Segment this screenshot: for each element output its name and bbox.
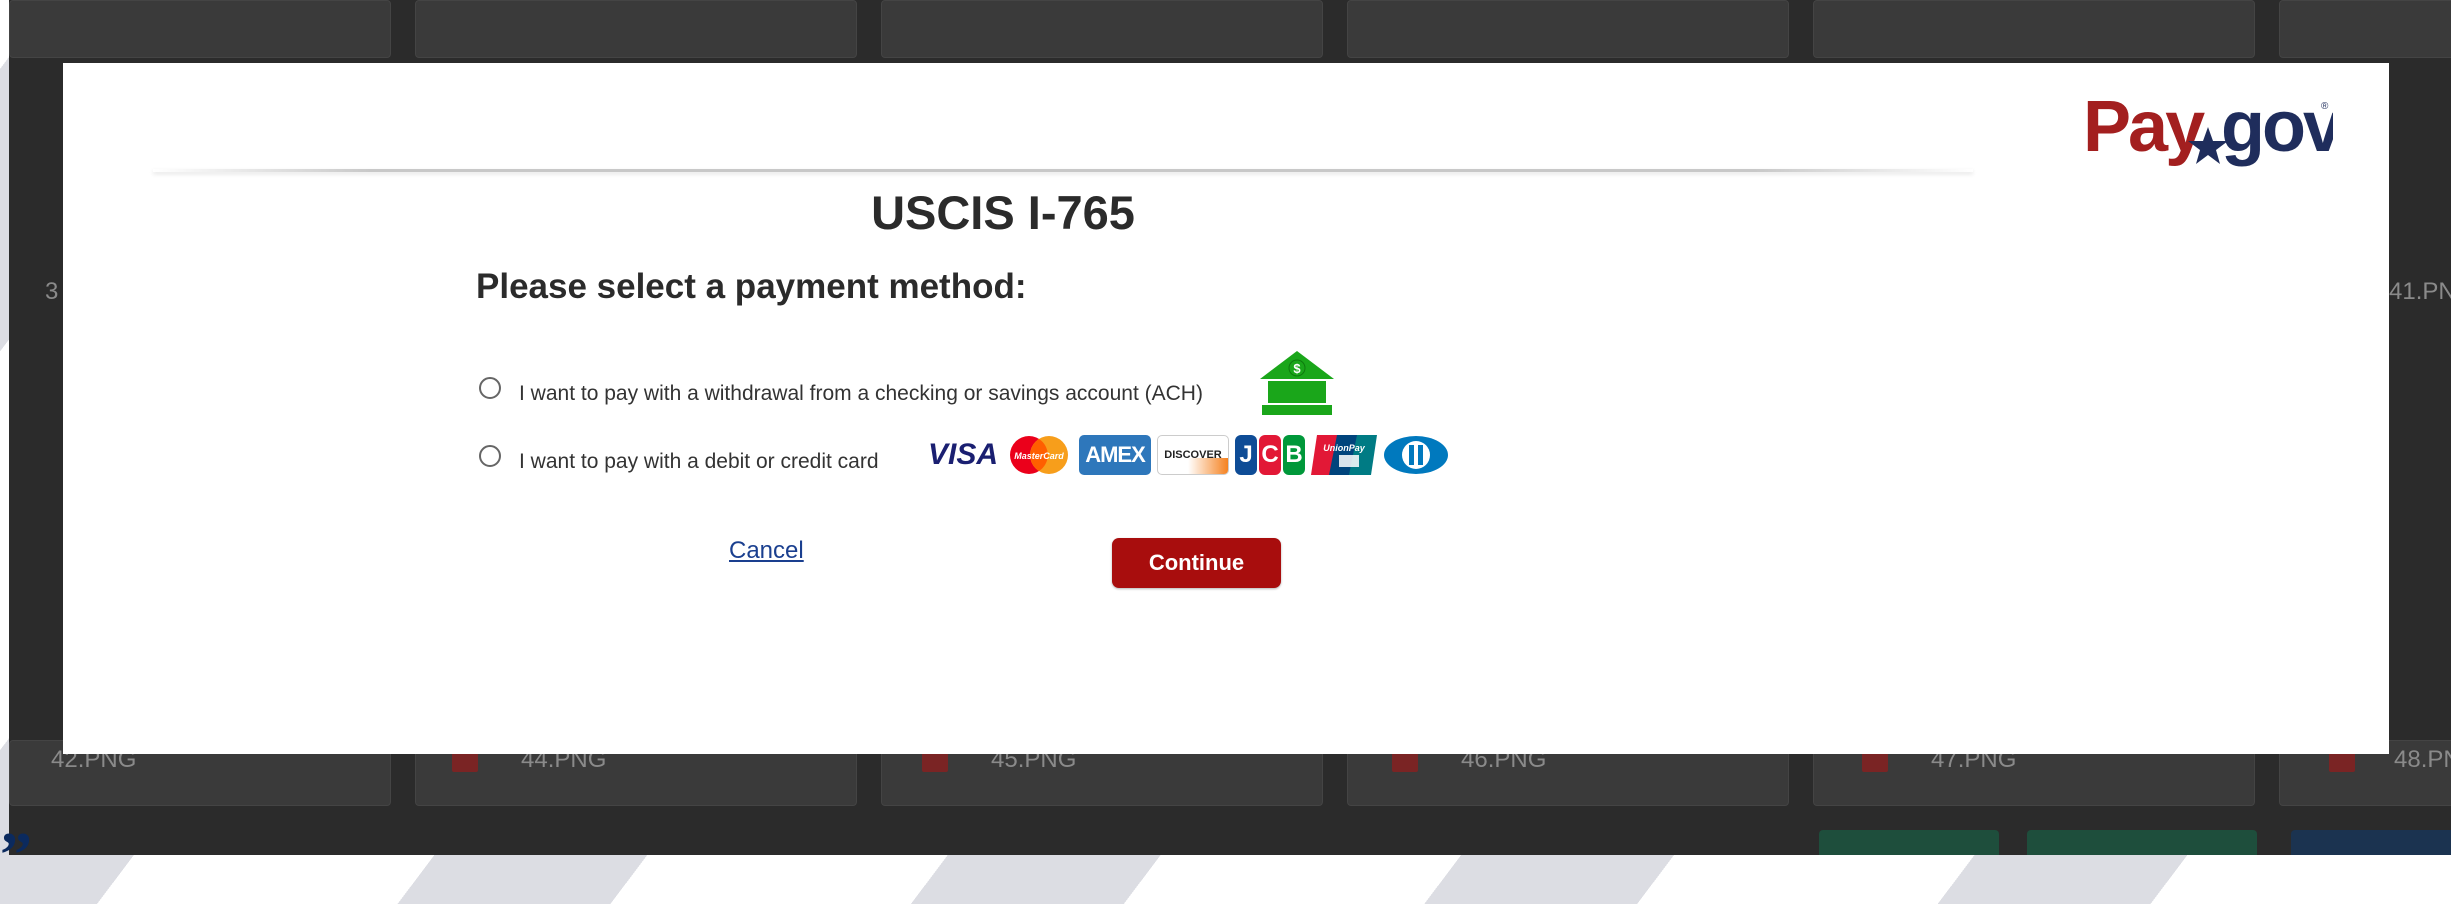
visa-logo-icon: VISA (927, 435, 999, 475)
background-file-label: 3 (45, 278, 59, 305)
credit-cards-icon: VISA MasterCard AMEX DISCOVER J C B Unio… (927, 435, 1449, 475)
background-file-label: 48.PN (2394, 746, 2451, 773)
amex-logo-icon: AMEX (1079, 435, 1151, 475)
background-card (1347, 0, 1789, 58)
svg-text:Pay: Pay (2083, 87, 2205, 167)
card-option[interactable]: I want to pay with a debit or credit car… (479, 444, 879, 473)
svg-text:UnionPay: UnionPay (1323, 443, 1366, 453)
background-file-label: 41.PN (2389, 278, 2451, 305)
paygov-logo: Pay gov ® (2083, 67, 2333, 167)
unionpay-logo-icon: UnionPay (1311, 435, 1377, 475)
background-tag (2027, 830, 2257, 855)
background-card (1813, 0, 2255, 58)
header-divider (153, 169, 1973, 172)
background-tag (1819, 830, 1999, 855)
background-card (2279, 0, 2451, 58)
ach-option[interactable]: I want to pay with a withdrawal from a c… (479, 376, 1203, 405)
ach-option-label: I want to pay with a withdrawal from a c… (519, 382, 1203, 405)
paygov-logo-svg: Pay gov ® (2083, 87, 2333, 167)
diners-club-logo-icon (1383, 435, 1449, 475)
background-card (881, 0, 1323, 58)
continue-button[interactable]: Continue (1112, 538, 1281, 588)
visa-logo-text: VISA (927, 438, 999, 471)
svg-text:MasterCard: MasterCard (1014, 451, 1064, 461)
discover-logo-icon: DISCOVER (1157, 435, 1229, 475)
card-option-label: I want to pay with a debit or credit car… (519, 450, 879, 473)
page-title: USCIS I-765 (871, 186, 1135, 239)
mastercard-logo-icon: MasterCard (1005, 435, 1073, 475)
amex-logo-text: AMEX (1085, 442, 1146, 467)
payment-method-modal: Pay gov ® USCIS I-765 Please select a pa… (63, 63, 2389, 754)
svg-text:®: ® (2321, 101, 2329, 112)
ach-radio-button[interactable] (479, 377, 501, 399)
background-logo-fragment: ” (0, 819, 32, 890)
card-radio-button[interactable] (479, 445, 501, 467)
cancel-link[interactable]: Cancel (729, 537, 804, 565)
svg-text:$: $ (1293, 361, 1301, 376)
background-tag (2291, 830, 2451, 855)
background-card (9, 0, 391, 58)
background-card (415, 0, 857, 58)
svg-text:gov: gov (2221, 87, 2333, 167)
payment-method-heading: Please select a payment method: (476, 267, 1027, 306)
bank-icon: $ (1258, 349, 1336, 422)
jcb-logo-icon: J C B (1235, 435, 1305, 475)
